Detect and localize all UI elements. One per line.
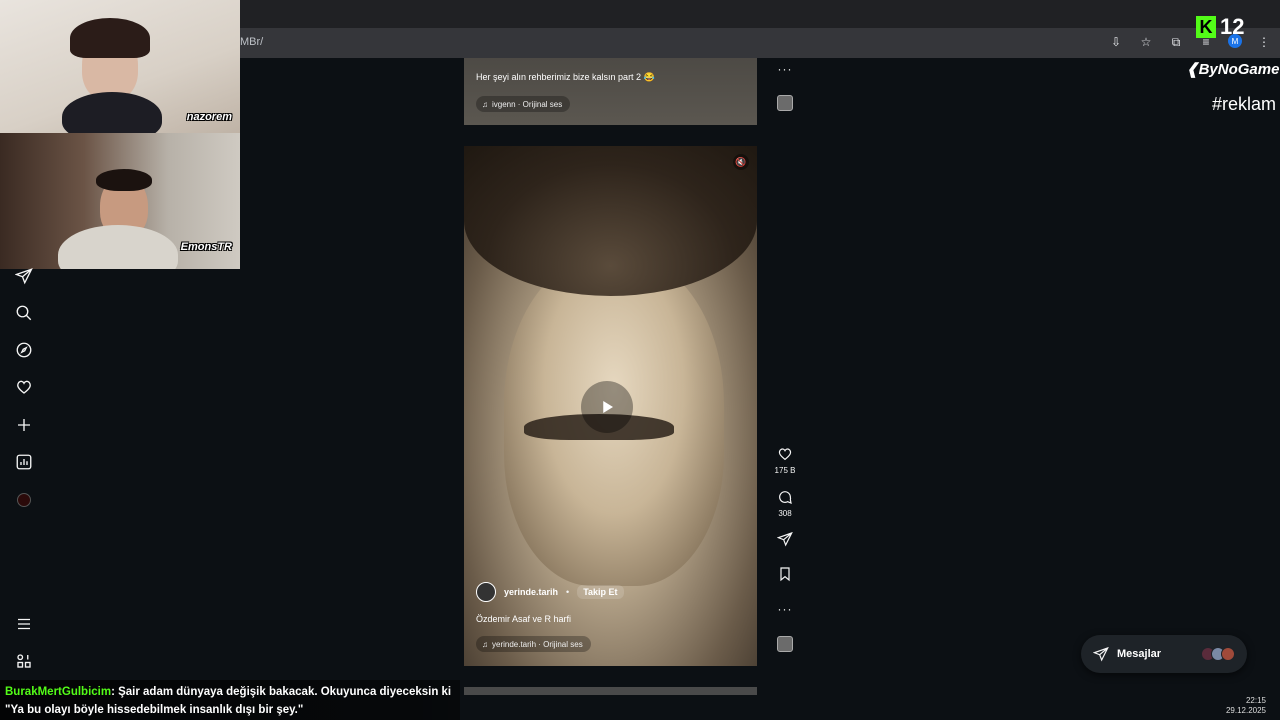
direct-icon	[1093, 646, 1109, 662]
reel-post-current[interactable]: 🔇 yerinde.tarih • Takip Et Özdemir Asaf …	[464, 146, 757, 666]
audio-pill[interactable]: ♫ ivgenn · Orijinal ses	[476, 96, 571, 112]
sponsor-logo: ❰ByNoGame	[1186, 60, 1279, 78]
direct-icon[interactable]	[14, 266, 34, 286]
audio-label: yerinde.tarih · Orijinal ses	[492, 639, 583, 649]
play-icon[interactable]	[581, 381, 633, 433]
comment-count: 308	[778, 509, 792, 518]
sponsor-name: ByNoGame	[1198, 61, 1280, 78]
install-icon[interactable]: ⇩	[1108, 34, 1124, 50]
explore-icon[interactable]	[14, 340, 34, 360]
audio-pill[interactable]: ♫ yerinde.tarih · Orijinal ses	[476, 636, 591, 652]
music-icon: ♫	[482, 99, 488, 109]
bookmark-star-icon[interactable]: ☆	[1138, 34, 1154, 50]
portrait-hat	[464, 146, 757, 296]
comment-icon[interactable]	[776, 488, 794, 506]
share-icon[interactable]	[776, 530, 794, 548]
author-separator: •	[566, 587, 570, 597]
more-options-icon[interactable]: ···	[776, 60, 794, 78]
avatar	[1221, 647, 1235, 661]
post-caption: Her şeyi alın rehberimiz bize kalsın par…	[476, 72, 655, 82]
kick-count: 12	[1220, 14, 1245, 39]
messages-button[interactable]: Mesajlar	[1081, 635, 1247, 673]
menu-icon[interactable]	[14, 614, 34, 634]
author-avatar[interactable]	[476, 582, 496, 602]
audio-thumbnail[interactable]	[777, 636, 793, 652]
audio-label: ivgenn · Orijinal ses	[492, 99, 563, 109]
post-caption: Özdemir Asaf ve R harfi	[476, 614, 572, 624]
ad-hashtag: #reklam	[1212, 94, 1277, 114]
threads-icon[interactable]	[14, 651, 34, 671]
search-icon[interactable]	[14, 303, 34, 323]
streamer-2-body	[58, 225, 178, 269]
cam2-name-tag: EmonsTR	[180, 241, 232, 253]
stream-chat-message: BurakMertGulbicim: Şair adam dünyaya değ…	[0, 680, 460, 720]
streamer-1-hair	[70, 18, 150, 58]
sponsor-logo-mark: ❰	[1186, 61, 1199, 78]
browser-menu-icon[interactable]: ⋮	[1256, 34, 1272, 50]
cam1-name-tag: nazorem	[186, 111, 232, 123]
post-author-row: yerinde.tarih • Takip Et	[476, 582, 624, 602]
bookmark-icon[interactable]	[776, 565, 794, 583]
left-sidebar	[0, 58, 48, 720]
streamer-2-hair	[96, 169, 152, 191]
messages-label: Mesajlar	[1117, 648, 1162, 660]
browser-toolbar: ⇩ ☆ ⧉ ≡ M ⋮	[1108, 34, 1272, 50]
extensions-icon[interactable]: ⧉	[1168, 34, 1184, 50]
clock-time: 22:15	[1245, 696, 1266, 705]
message-avatars	[1201, 647, 1235, 661]
reel-post-previous[interactable]: Her şeyi alın rehberimiz bize kalsın par…	[464, 58, 757, 125]
create-icon[interactable]	[14, 415, 34, 435]
reel-post-next[interactable]	[464, 687, 757, 695]
like-icon[interactable]	[776, 445, 794, 463]
mute-icon[interactable]: 🔇	[733, 154, 749, 170]
music-icon: ♫	[482, 639, 488, 649]
insights-icon[interactable]	[14, 452, 34, 472]
audio-thumbnail[interactable]	[777, 95, 793, 111]
like-count: 175 B	[774, 466, 796, 475]
author-name[interactable]: yerinde.tarih	[504, 587, 558, 597]
kick-logo-icon: K	[1196, 16, 1216, 38]
system-clock: 22:15 29.12.2025	[1226, 696, 1266, 716]
profile-avatar-icon[interactable]	[14, 490, 34, 510]
follow-button[interactable]: Takip Et	[577, 585, 624, 599]
chat-username: BurakMertGulbicim	[5, 686, 112, 698]
url-text[interactable]: MBr/	[240, 36, 263, 48]
clock-date: 29.12.2025	[1225, 706, 1266, 715]
more-options-icon[interactable]: ···	[776, 600, 794, 618]
heart-icon[interactable]	[14, 377, 34, 397]
streamer-1-body	[62, 92, 162, 133]
kick-viewer-badge: K 12	[1196, 14, 1244, 40]
